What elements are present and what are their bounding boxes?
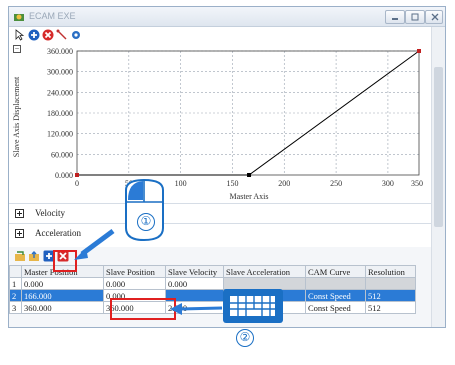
- keyboard-icon: [223, 289, 283, 323]
- arrow-to-cell: [170, 303, 223, 315]
- annotation-layer: [74, 178, 283, 323]
- step-2-badge: ②: [236, 329, 254, 347]
- arrow-to-insert: [74, 228, 115, 260]
- mouse-icon: [125, 178, 164, 242]
- step-1-badge: ①: [137, 213, 155, 231]
